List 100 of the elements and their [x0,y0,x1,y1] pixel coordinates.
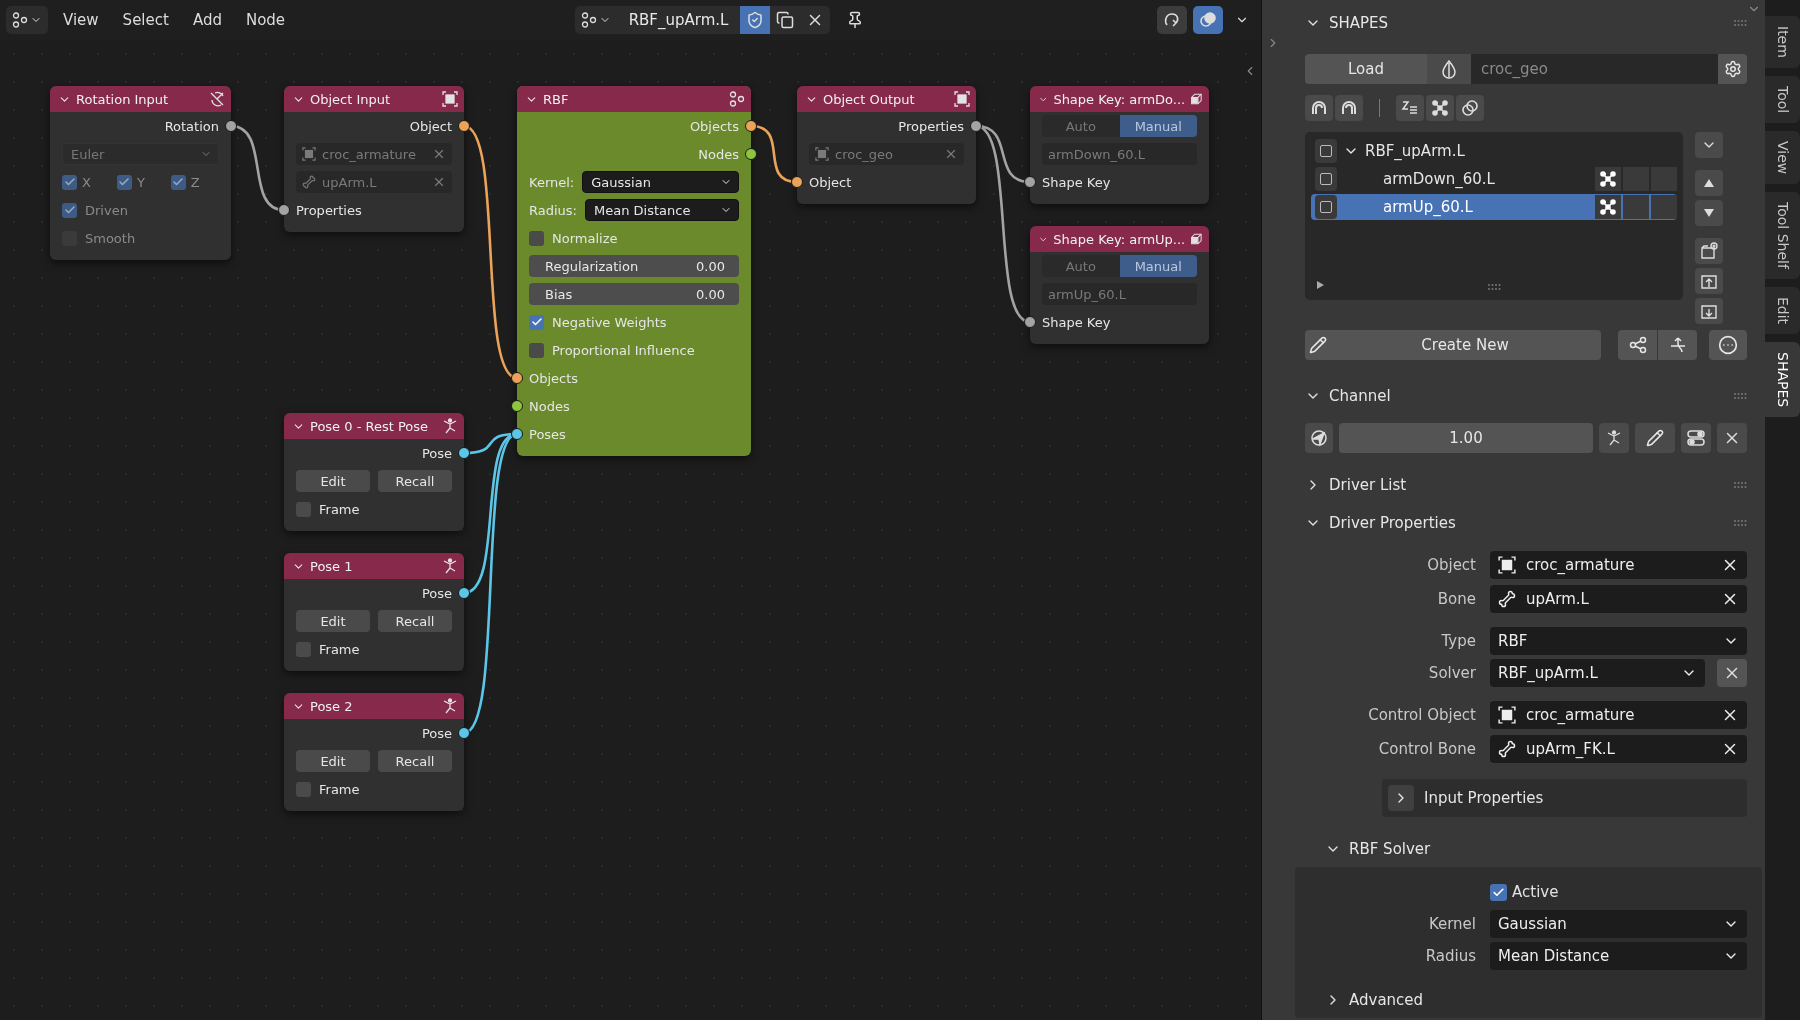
driver-button[interactable] [1305,423,1333,453]
node-header[interactable]: RBF [517,86,751,112]
mirror-button[interactable] [1427,54,1471,84]
node-tree-name-field[interactable]: RBF_upArm.L [616,6,741,34]
unlink-button[interactable] [800,6,831,34]
node-card[interactable]: Pose 0 - Rest Pose Pose Edit Recall Frame [284,413,464,531]
menu-item[interactable]: Select [113,7,178,33]
duplicate-button[interactable] [770,6,801,34]
socket[interactable] [278,204,290,216]
checkbox[interactable] [296,781,311,797]
vertex-toggle[interactable] [1595,167,1621,191]
menu-item[interactable]: Node [236,7,295,33]
checkbox[interactable] [296,501,311,517]
solver-dropdown[interactable]: RBF_upArm.L [1490,659,1705,687]
search-field[interactable]: upArm.L [1490,585,1747,613]
node-button[interactable]: Edit [296,750,370,772]
checkbox[interactable] [529,314,544,330]
pose-curve-button[interactable] [1658,330,1698,360]
pose-button[interactable] [1599,423,1629,453]
menu-item[interactable]: View [54,7,108,33]
checkbox[interactable] [1490,883,1507,901]
new-folder-button[interactable] [1695,238,1723,264]
dropdown[interactable]: Gaussian [1490,910,1747,938]
editor-type-button[interactable] [6,6,48,34]
sidebar-tab[interactable]: SHAPES [1765,342,1800,418]
load-button[interactable]: Load [1305,54,1427,84]
link-button[interactable] [1456,95,1484,121]
node-card[interactable]: Pose 2 Pose Edit Recall Frame [284,693,464,811]
vertex-toggle[interactable] [1595,195,1621,219]
checkbox[interactable] [1320,201,1332,213]
dropdown[interactable]: Mean Distance [1490,942,1747,970]
menu-button[interactable] [1695,132,1723,158]
socket[interactable] [511,400,523,412]
node-header[interactable]: Pose 1 [284,553,464,579]
clear-button[interactable] [1717,659,1747,687]
settings-button[interactable] [1718,54,1747,84]
node-button[interactable]: Edit [296,470,370,492]
panel-title[interactable]: Channel [1329,387,1725,405]
mode-toggle[interactable]: Manual [1119,115,1197,137]
toggle-button[interactable] [1681,423,1711,453]
checkbox[interactable] [1320,145,1332,157]
checkbox[interactable] [1320,173,1332,185]
folder-up-button[interactable] [1695,268,1723,294]
node-button[interactable]: Recall [378,470,452,492]
checkbox[interactable] [296,641,311,657]
panel-title[interactable]: SHAPES [1329,14,1725,32]
node-card[interactable]: Pose 1 Pose Edit Recall Frame [284,553,464,671]
node-header[interactable]: Shape Key: armDo... [1030,86,1209,112]
arc-button[interactable] [1335,95,1363,121]
node-header[interactable]: Object Output [797,86,976,112]
mode-toggle[interactable]: Manual [1119,255,1197,277]
edit-button[interactable] [1635,423,1675,453]
dropdown[interactable]: Gaussian [582,171,739,193]
node-tree-button[interactable] [574,6,617,34]
node-button[interactable]: Recall [378,750,452,772]
overlay-toggle[interactable] [1193,6,1223,34]
node-header[interactable]: Pose 0 - Rest Pose [284,413,464,439]
node-header[interactable]: Pose 2 [284,693,464,719]
checkbox[interactable] [529,230,544,246]
panel-title[interactable]: Driver Properties [1329,514,1725,532]
number-slider[interactable]: Bias 0.00 [529,283,739,305]
list-row[interactable]: armDown_60.L [1311,166,1677,192]
socket[interactable] [511,428,523,440]
folder-down-button[interactable] [1695,298,1723,324]
node-card[interactable]: RBF Objects Nodes Kernel: Gaussian Radius: Mean Distance Normalize Regularization 0.00 Bias 0.00 Negative Weights Proportional Influence Objects Nodes Poses [517,86,751,456]
sidebar-tab[interactable]: Edit [1765,287,1800,335]
fake-user-button[interactable] [740,6,771,34]
move-up-button[interactable] [1695,170,1723,196]
search-field[interactable]: croc_armature [1490,701,1747,729]
panel-title[interactable]: Driver List [1329,476,1725,494]
checkbox[interactable] [529,342,544,358]
sidebar-tab[interactable]: Tool [1765,75,1800,124]
socket[interactable] [511,372,523,384]
dropdown[interactable]: Mean Distance [585,199,739,221]
sidebar-tab[interactable]: Tool Shelf [1765,192,1800,280]
socket[interactable] [1024,316,1036,328]
vertex-button[interactable] [1426,95,1454,121]
value-field[interactable]: 1.00 [1339,423,1593,453]
list-row[interactable]: armUp_60.L [1311,194,1677,220]
socket[interactable] [791,176,803,188]
node-button[interactable]: Edit [296,610,370,632]
sort-button[interactable] [1396,95,1424,121]
search-field[interactable]: croc_armature [1490,551,1747,579]
search-field[interactable]: upArm_FK.L [1490,735,1747,763]
menu-item[interactable]: Add [183,7,231,33]
input-properties-toggle[interactable]: Input Properties [1388,779,1741,817]
share-button[interactable] [1618,330,1658,360]
node-button[interactable]: Recall [378,610,452,632]
number-slider[interactable]: Regularization 0.00 [529,255,739,277]
panel-title[interactable]: Advanced [1349,991,1747,1009]
remove-button[interactable] [1717,423,1747,453]
list-toggle[interactable] [1651,195,1677,219]
list-toggle[interactable] [1623,195,1649,219]
panel-title[interactable]: RBF Solver [1349,840,1747,858]
arc-button[interactable] [1305,95,1333,121]
socket[interactable] [1024,176,1036,188]
more-button[interactable] [1709,330,1747,360]
list-row[interactable]: RBF_upArm.L [1311,138,1677,164]
create-new-button[interactable]: Create New [1305,330,1601,360]
mesh-field[interactable]: croc_geo [1471,54,1718,84]
